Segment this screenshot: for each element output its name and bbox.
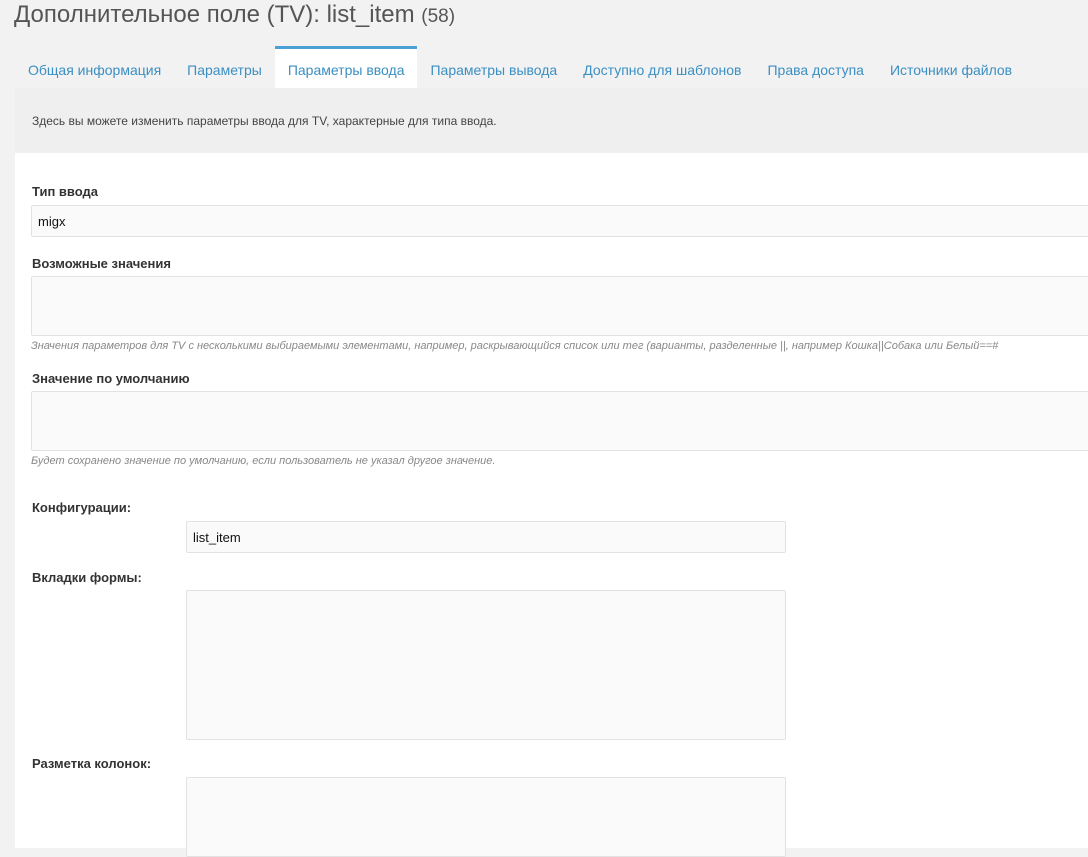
columns-label: Разметка колонок: bbox=[32, 756, 152, 771]
page-title: Дополнительное поле (TV): list_item (58) bbox=[14, 0, 455, 32]
possible-values-hint: Значения параметров для TV с несколькими… bbox=[31, 340, 999, 352]
tab-bar: Общая информация Параметры Параметры вво… bbox=[15, 46, 1025, 88]
possible-values-textarea[interactable] bbox=[31, 276, 1088, 336]
input-options-panel: Здесь вы можете изменить параметры ввода… bbox=[15, 88, 1088, 857]
form-tabs-textarea[interactable] bbox=[186, 590, 786, 740]
default-value-hint: Будет сохранено значение по умолчанию, е… bbox=[31, 455, 496, 467]
page-title-text: Дополнительное поле (TV): list_item bbox=[14, 1, 415, 28]
input-type-label: Тип ввода bbox=[32, 184, 98, 199]
tab-access-permissions[interactable]: Права доступа bbox=[754, 46, 876, 88]
possible-values-label: Возможные значения bbox=[32, 256, 171, 271]
columns-textarea[interactable] bbox=[186, 777, 786, 857]
tab-input-options[interactable]: Параметры ввода bbox=[274, 46, 418, 88]
tab-template-access[interactable]: Доступно для шаблонов bbox=[570, 46, 754, 88]
panel-description: Здесь вы можете изменить параметры ввода… bbox=[15, 88, 1088, 153]
configs-label: Конфигурации: bbox=[32, 500, 132, 515]
tv-id: (58) bbox=[421, 6, 456, 27]
configs-input[interactable]: list_item bbox=[186, 521, 786, 553]
tab-media-sources[interactable]: Источники файлов bbox=[877, 46, 1025, 88]
tab-general[interactable]: Общая информация bbox=[15, 46, 174, 88]
form-tabs-label: Вкладки формы: bbox=[32, 570, 142, 585]
default-value-textarea[interactable] bbox=[31, 391, 1088, 451]
input-type-select[interactable]: migx bbox=[31, 205, 1088, 237]
tab-output-options[interactable]: Параметры вывода bbox=[417, 46, 570, 88]
tab-properties[interactable]: Параметры bbox=[174, 46, 275, 88]
default-value-label: Значение по умолчанию bbox=[32, 371, 190, 386]
